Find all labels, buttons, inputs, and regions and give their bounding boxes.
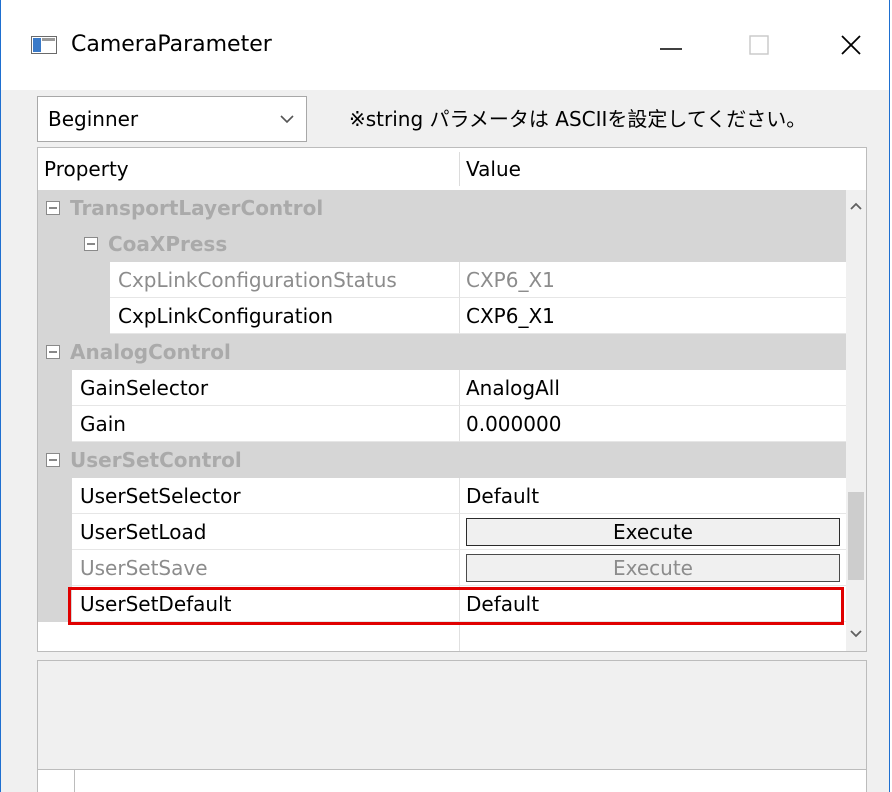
row-cxp-link-configuration-status[interactable]: CxpLinkConfigurationStatus CXP6_X1 <box>38 262 846 298</box>
property-name: UserSetSelector <box>80 484 241 508</box>
scroll-up-arrow-icon[interactable] <box>848 198 864 214</box>
grid-header: Property Value <box>38 148 866 191</box>
property-name: GainSelector <box>80 376 209 400</box>
close-icon <box>841 35 861 55</box>
description-panel <box>37 660 867 770</box>
scroll-down-arrow-icon[interactable] <box>848 626 864 642</box>
bottom-panel-divider <box>74 770 75 792</box>
group-coaxpress[interactable]: CoaXPress <box>38 226 846 262</box>
user-set-save-execute-button: Execute <box>466 554 840 582</box>
scrollbar-thumb[interactable] <box>848 492 864 580</box>
property-name: UserSetDefault <box>80 592 232 616</box>
property-value-cell[interactable]: Default <box>459 478 846 514</box>
maximize-icon <box>749 35 769 55</box>
vertical-scrollbar[interactable] <box>846 190 866 651</box>
property-name-cell: UserSetSave <box>72 550 459 586</box>
property-value-cell: CXP6_X1 <box>459 262 846 298</box>
group-label: TransportLayerControl <box>70 196 324 220</box>
property-column-header[interactable]: Property <box>44 148 129 190</box>
close-button[interactable] <box>821 22 881 68</box>
visibility-selected: Beginner <box>48 107 139 131</box>
row-cxp-link-configuration[interactable]: CxpLinkConfiguration CXP6_X1 <box>38 298 846 334</box>
property-name-cell: CxpLinkConfiguration <box>110 298 459 334</box>
property-value-cell: Execute <box>459 550 846 586</box>
bottom-panel <box>37 770 867 792</box>
collapse-icon[interactable] <box>46 453 60 467</box>
value-column-header[interactable]: Value <box>466 148 521 190</box>
minimize-icon <box>660 48 682 50</box>
row-user-set-load[interactable]: UserSetLoad Execute <box>38 514 846 550</box>
row-user-set-save[interactable]: UserSetSave Execute <box>38 550 846 586</box>
group-transport-layer-control[interactable]: TransportLayerControl <box>38 190 846 226</box>
row-gain-selector[interactable]: GainSelector AnalogAll <box>38 370 846 406</box>
property-value: CXP6_X1 <box>466 304 555 328</box>
property-value-cell[interactable]: AnalogAll <box>459 370 846 406</box>
user-set-load-execute-button[interactable]: Execute <box>466 518 840 546</box>
group-analog-control[interactable]: AnalogControl <box>38 334 846 370</box>
property-name-cell: UserSetSelector <box>72 478 459 514</box>
row-user-set-selector[interactable]: UserSetSelector Default <box>38 478 846 514</box>
property-value: AnalogAll <box>466 376 560 400</box>
property-name: Gain <box>80 412 126 436</box>
group-label: AnalogControl <box>70 340 231 364</box>
empty-row <box>38 622 846 651</box>
group-user-set-control[interactable]: UserSetControl <box>38 442 846 478</box>
row-user-set-default[interactable]: UserSetDefault Default <box>38 586 846 622</box>
property-name: UserSetSave <box>80 556 208 580</box>
minimize-button[interactable] <box>641 22 701 68</box>
property-name-cell: GainSelector <box>72 370 459 406</box>
property-value: Default <box>466 484 540 508</box>
group-label: UserSetControl <box>70 448 242 472</box>
empty-value-cell <box>459 622 846 651</box>
property-name: UserSetLoad <box>80 520 207 544</box>
title-bar[interactable]: CameraParameter <box>1 0 889 90</box>
chevron-down-icon <box>280 115 294 124</box>
property-name-cell: UserSetDefault <box>72 586 459 622</box>
collapse-icon[interactable] <box>46 201 60 215</box>
property-value: Default <box>466 592 540 616</box>
row-gain[interactable]: Gain 0.000000 <box>38 406 846 442</box>
property-name: CxpLinkConfiguration <box>118 304 334 328</box>
property-name-cell: CxpLinkConfigurationStatus <box>110 262 459 298</box>
group-label: CoaXPress <box>108 232 228 256</box>
property-value-cell[interactable]: Default <box>459 586 846 622</box>
property-value: 0.000000 <box>466 412 562 436</box>
window-title: CameraParameter <box>71 32 272 57</box>
column-separator[interactable] <box>459 152 460 186</box>
property-grid: Property Value TransportLayerControl Coa… <box>37 147 867 652</box>
property-name-cell: UserSetLoad <box>72 514 459 550</box>
camera-parameter-window: CameraParameter Beginner ※string パラメータは … <box>0 0 890 792</box>
visibility-combobox[interactable]: Beginner <box>37 96 307 142</box>
property-value-cell[interactable]: CXP6_X1 <box>459 298 846 334</box>
app-window-icon <box>31 36 57 54</box>
maximize-button[interactable] <box>729 22 789 68</box>
property-value: CXP6_X1 <box>466 268 555 292</box>
property-value-cell: Execute <box>459 514 846 550</box>
property-value-cell[interactable]: 0.000000 <box>459 406 846 442</box>
collapse-icon[interactable] <box>84 237 98 251</box>
collapse-icon[interactable] <box>46 345 60 359</box>
property-name-cell: Gain <box>72 406 459 442</box>
ascii-note: ※string パラメータは ASCIIを設定してください。 <box>349 107 807 131</box>
property-name: CxpLinkConfigurationStatus <box>118 268 397 292</box>
